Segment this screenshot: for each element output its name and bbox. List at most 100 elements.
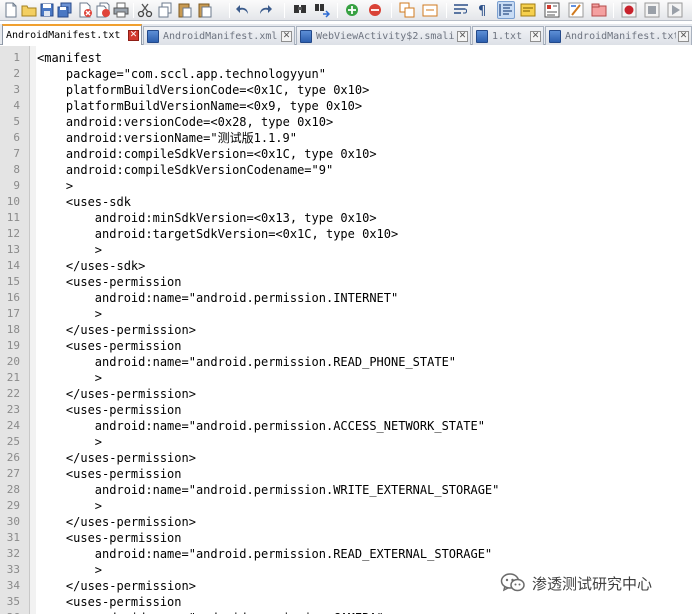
document-map-icon[interactable] xyxy=(543,1,561,19)
paste-icon[interactable] xyxy=(196,1,214,19)
code-line[interactable]: 19 <uses-permission xyxy=(0,338,692,354)
undo-icon[interactable] xyxy=(234,1,252,19)
paste-icon[interactable] xyxy=(176,1,194,19)
code-line[interactable]: 13 > xyxy=(0,242,692,258)
code-line[interactable]: 20 android:name="android.permission.READ… xyxy=(0,354,692,370)
user-language-icon[interactable] xyxy=(519,1,537,19)
code-text[interactable]: </uses-permission> xyxy=(37,322,196,338)
code-line[interactable]: 8 android:compileSdkVersionCodename="9" xyxy=(0,162,692,178)
code-text[interactable]: <uses-sdk xyxy=(37,194,131,210)
code-line[interactable]: 14 </uses-sdk> xyxy=(0,258,692,274)
record-macro-icon[interactable] xyxy=(666,1,684,19)
code-text[interactable]: <manifest xyxy=(37,50,102,66)
code-line[interactable]: 28 android:name="android.permission.WRIT… xyxy=(0,482,692,498)
close-all-icon[interactable] xyxy=(94,1,112,19)
zoom-in-icon[interactable] xyxy=(343,1,361,19)
code-text[interactable]: > xyxy=(37,370,102,386)
code-text[interactable]: <uses-permission xyxy=(37,594,182,610)
code-line[interactable]: 22 </uses-permission> xyxy=(0,386,692,402)
code-text[interactable]: android:versionCode=<0x28, type 0x10> xyxy=(37,114,333,130)
save-all-icon[interactable] xyxy=(56,1,74,19)
replace-icon[interactable] xyxy=(313,1,331,19)
code-text[interactable]: android:versionName="测试版1.1.9" xyxy=(37,130,297,146)
code-line[interactable]: 6 android:versionName="测试版1.1.9" xyxy=(0,130,692,146)
sync-horizontal-icon[interactable] xyxy=(421,1,439,19)
close-icon[interactable]: ✕ xyxy=(678,30,689,42)
code-text[interactable]: <uses-permission xyxy=(37,274,182,290)
save-icon[interactable] xyxy=(38,1,56,19)
tab-androidmanifest-txt-2[interactable]: AndroidManifest.txt ✕ xyxy=(545,26,692,45)
code-line[interactable]: 23 <uses-permission xyxy=(0,402,692,418)
stop-macro-icon[interactable] xyxy=(643,1,661,19)
code-text[interactable]: <uses-permission xyxy=(37,338,182,354)
code-text[interactable]: package="com.sccl.app.technologyyun" xyxy=(37,66,326,82)
code-line[interactable]: 32 android:name="android.permission.READ… xyxy=(0,546,692,562)
indent-guide-icon[interactable] xyxy=(497,1,515,19)
code-line[interactable]: 25 > xyxy=(0,434,692,450)
word-wrap-icon[interactable] xyxy=(452,1,470,19)
code-line[interactable]: 12 android:targetSdkVersion=<0x1C, type … xyxy=(0,226,692,242)
code-line[interactable]: 27 <uses-permission xyxy=(0,466,692,482)
record-macro-icon[interactable] xyxy=(620,1,638,19)
tab-1-txt[interactable]: 1.txt ✕ xyxy=(472,26,544,45)
code-text[interactable]: android:name="android.permission.INTERNE… xyxy=(37,290,398,306)
print-icon[interactable] xyxy=(112,1,130,19)
code-text[interactable]: </uses-permission> xyxy=(37,386,196,402)
code-line[interactable]: 29 > xyxy=(0,498,692,514)
code-text[interactable]: > xyxy=(37,306,102,322)
code-line[interactable]: 3 platformBuildVersionCode=<0x1C, type 0… xyxy=(0,82,692,98)
tab-androidmanifest-xml[interactable]: AndroidManifest.xml ✕ xyxy=(143,26,295,45)
code-text[interactable]: <uses-permission xyxy=(37,402,182,418)
redo-icon[interactable] xyxy=(256,1,274,19)
show-all-chars-icon[interactable]: ¶ xyxy=(474,1,492,19)
code-line[interactable]: 4 platformBuildVersionName=<0x9, type 0x… xyxy=(0,98,692,114)
find-icon[interactable] xyxy=(291,1,309,19)
code-line[interactable]: 5 android:versionCode=<0x28, type 0x10> xyxy=(0,114,692,130)
code-line[interactable]: 30 </uses-permission> xyxy=(0,514,692,530)
new-file-icon[interactable] xyxy=(2,1,20,19)
close-file-icon[interactable] xyxy=(76,1,94,19)
code-text[interactable]: android:compileSdkVersionCodename="9" xyxy=(37,162,333,178)
code-line[interactable]: 26 </uses-permission> xyxy=(0,450,692,466)
code-text[interactable]: android:name="android.permission.READ_PH… xyxy=(37,354,456,370)
code-text[interactable]: android:name="android.permission.WRITE_E… xyxy=(37,482,500,498)
code-line[interactable]: 2 package="com.sccl.app.technologyyun" xyxy=(0,66,692,82)
code-text[interactable]: > xyxy=(37,498,102,514)
code-text[interactable]: android:name="android.permission.CAMERA" xyxy=(37,610,384,614)
copy-icon[interactable] xyxy=(156,1,174,19)
close-icon[interactable]: ✕ xyxy=(281,30,292,42)
cut-icon[interactable] xyxy=(136,1,154,19)
code-text[interactable]: platformBuildVersionCode=<0x1C, type 0x1… xyxy=(37,82,369,98)
code-line[interactable]: 15 <uses-permission xyxy=(0,274,692,290)
code-text[interactable]: android:compileSdkVersion=<0x1C, type 0x… xyxy=(37,146,377,162)
close-icon[interactable]: ✕ xyxy=(530,30,541,42)
code-line[interactable]: 7 android:compileSdkVersion=<0x1C, type … xyxy=(0,146,692,162)
code-line[interactable]: 17 > xyxy=(0,306,692,322)
open-file-icon[interactable] xyxy=(20,1,38,19)
code-text[interactable]: android:name="android.permission.ACCESS_… xyxy=(37,418,485,434)
code-line[interactable]: 21 > xyxy=(0,370,692,386)
code-text[interactable]: android:minSdkVersion=<0x13, type 0x10> xyxy=(37,210,377,226)
code-text[interactable]: > xyxy=(37,242,102,258)
code-text[interactable]: </uses-permission> xyxy=(37,578,196,594)
tab-androidmanifest-txt[interactable]: AndroidManifest.txt ✕ xyxy=(2,24,142,45)
zoom-out-icon[interactable] xyxy=(366,1,384,19)
code-line[interactable]: 9 > xyxy=(0,178,692,194)
function-list-icon[interactable] xyxy=(590,1,608,19)
code-line[interactable]: 11 android:minSdkVersion=<0x13, type 0x1… xyxy=(0,210,692,226)
code-line[interactable]: 10 <uses-sdk xyxy=(0,194,692,210)
code-editor[interactable]: 1 <manifest 2 package="com.sccl.app.techno… xyxy=(0,46,692,614)
code-text[interactable]: <uses-permission xyxy=(37,530,182,546)
code-line[interactable]: 16 android:name="android.permission.INTE… xyxy=(0,290,692,306)
code-line[interactable]: 18 </uses-permission> xyxy=(0,322,692,338)
code-text[interactable]: platformBuildVersionName=<0x9, type 0x10… xyxy=(37,98,362,114)
close-icon[interactable]: ✕ xyxy=(457,30,468,42)
code-text[interactable]: </uses-permission> xyxy=(37,514,196,530)
close-icon[interactable]: ✕ xyxy=(128,30,139,41)
code-text[interactable]: </uses-permission> xyxy=(37,450,196,466)
code-line[interactable]: 31 <uses-permission xyxy=(0,530,692,546)
sync-vertical-icon[interactable] xyxy=(398,1,416,19)
code-text[interactable]: </uses-sdk> xyxy=(37,258,145,274)
tab-webviewactivity-smali[interactable]: WebViewActivity$2.smali ✕ xyxy=(296,26,471,45)
code-line[interactable]: 1 <manifest xyxy=(0,50,692,66)
